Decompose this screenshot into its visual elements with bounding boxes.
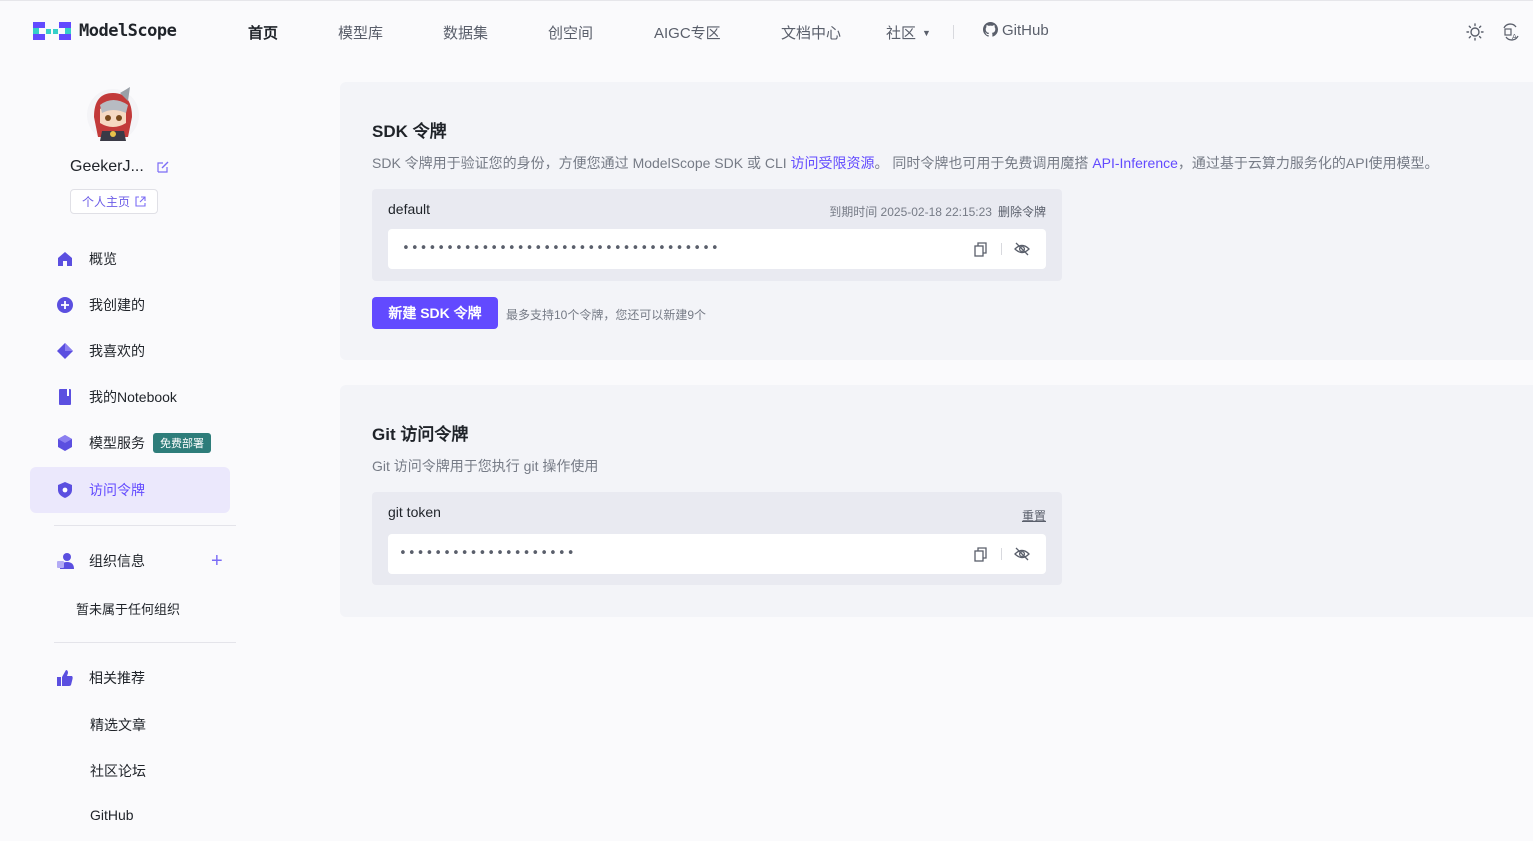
- token-expire-time: 到期时间 2025-02-18 22:15:23: [829, 205, 992, 219]
- nav-home[interactable]: 首页: [248, 22, 278, 43]
- sidebar-item-model-service[interactable]: 模型服务 免费部署: [30, 420, 230, 466]
- edit-icon[interactable]: [157, 160, 170, 173]
- sidebar-item-label: 概览: [89, 251, 117, 267]
- git-token-description: Git 访问令牌用于您执行 git 操作使用: [372, 458, 599, 474]
- sidebar-item-overview[interactable]: 概览: [30, 236, 230, 282]
- sdk-token-card: SDK 令牌 SDK 令牌用于验证您的身份，方便您通过 ModelScope S…: [340, 82, 1533, 360]
- org-empty-text: 暂未属于任何组织: [76, 602, 181, 617]
- sidebar-item-access-token[interactable]: 访问令牌: [30, 467, 230, 513]
- nav-github[interactable]: GitHub: [983, 22, 1049, 39]
- sidebar-item-created[interactable]: 我创建的: [30, 282, 230, 328]
- nav-community-label: 社区: [886, 25, 917, 42]
- token-limit-hint: 最多支持10个令牌，您还可以新建9个: [506, 308, 707, 322]
- nav-community[interactable]: 社区 ▼: [886, 22, 931, 43]
- link-community-forum[interactable]: 社区论坛: [90, 761, 146, 781]
- homepage-label: 个人主页: [81, 195, 130, 209]
- cube-icon: [58, 435, 72, 451]
- organization-icon: [57, 553, 74, 569]
- sdk-desc-text: 。 同时令牌也可用于免费调用魔搭: [874, 155, 1093, 171]
- nav-studios[interactable]: 创空间: [548, 22, 593, 43]
- shield-icon: [58, 482, 72, 498]
- nav-datasets[interactable]: 数据集: [443, 22, 488, 43]
- sidebar-item-liked[interactable]: 我喜欢的: [30, 328, 230, 374]
- token-name: git token: [388, 504, 441, 520]
- git-token-item: git token 重置 ••••••••••••••••••••: [372, 492, 1062, 585]
- thumbs-up-icon: [57, 670, 73, 686]
- language-icon[interactable]: A: [1502, 23, 1520, 41]
- delete-token-button[interactable]: 删除令牌: [998, 205, 1046, 219]
- sidebar-org-info: 组织信息: [30, 538, 230, 584]
- token-meta: 到期时间 2025-02-18 22:15:23 删除令牌: [829, 203, 1046, 220]
- nav-github-label: GitHub: [1002, 22, 1049, 39]
- nav-models[interactable]: 模型库: [338, 22, 383, 43]
- nav-divider: [953, 25, 954, 39]
- git-token-title: Git 访问令牌: [372, 425, 469, 444]
- field-divider: [1001, 548, 1002, 560]
- sidebar-recommend: 相关推荐: [30, 655, 230, 701]
- github-icon: [983, 22, 999, 37]
- avatar[interactable]: [86, 87, 140, 143]
- sidebar-divider: [54, 642, 236, 643]
- logo-text: ModelScope: [79, 21, 177, 41]
- field-divider: [1001, 243, 1002, 255]
- logo-icon: [33, 22, 71, 40]
- reset-token-button[interactable]: 重置: [1022, 507, 1046, 524]
- token-name: default: [388, 201, 431, 217]
- token-value: ••••••••••••••••••••: [399, 546, 576, 561]
- api-inference-link[interactable]: API-Inference: [1092, 155, 1178, 171]
- plus-circle-icon: [57, 297, 73, 313]
- sidebar-item-label: 我喜欢的: [89, 343, 145, 359]
- git-token-card: Git 访问令牌 Git 访问令牌用于您执行 git 操作使用 git toke…: [340, 385, 1533, 617]
- copy-icon[interactable]: [973, 241, 989, 257]
- recommend-title: 相关推荐: [89, 670, 145, 686]
- sidebar-item-label: 访问令牌: [89, 482, 145, 498]
- sdk-desc-text: SDK 令牌用于验证您的身份，方便您通过 ModelScope SDK 或 CL…: [372, 155, 791, 171]
- sdk-token-item: default 到期时间 2025-02-18 22:15:23 删除令牌 •••…: [372, 189, 1062, 281]
- eye-off-icon[interactable]: [1014, 546, 1030, 562]
- org-title: 组织信息: [89, 553, 145, 569]
- restricted-resources-link[interactable]: 访问受限资源: [791, 155, 875, 171]
- sun-theme-icon[interactable]: [1466, 23, 1484, 41]
- sdk-token-description: SDK 令牌用于验证您的身份，方便您通过 ModelScope SDK 或 CL…: [372, 153, 1439, 173]
- nav-aigc[interactable]: AIGC专区: [654, 22, 721, 43]
- top-navigation: ModelScope 首页 模型库 数据集 创空间 AIGC专区 文档中心 社区…: [0, 1, 1533, 63]
- sidebar-item-label: 模型服务: [89, 435, 145, 451]
- username: GeekerJ...: [70, 158, 144, 175]
- sidebar-item-label: 我的Notebook: [89, 389, 177, 405]
- modelscope-logo[interactable]: ModelScope: [33, 20, 177, 42]
- eye-off-icon[interactable]: [1014, 241, 1030, 257]
- external-link-icon: [135, 196, 146, 207]
- diamond-icon: [57, 343, 73, 359]
- svg-text:A: A: [1512, 33, 1517, 41]
- notebook-icon: [59, 389, 71, 405]
- new-sdk-token-button[interactable]: 新建 SDK 令牌: [372, 297, 498, 329]
- sidebar-item-notebook[interactable]: 我的Notebook: [30, 374, 230, 420]
- link-featured-articles[interactable]: 精选文章: [90, 715, 146, 735]
- sidebar-item-label: 我创建的: [89, 297, 145, 313]
- home-icon: [58, 252, 72, 266]
- sdk-desc-text: ，通过基于云算力服务化的API使用模型。: [1177, 155, 1439, 171]
- git-token-field[interactable]: ••••••••••••••••••••: [388, 534, 1046, 574]
- sidebar-divider: [54, 525, 236, 526]
- nav-docs[interactable]: 文档中心: [781, 22, 841, 43]
- add-organization-button[interactable]: +: [211, 551, 223, 571]
- token-value: ••••••••••••••••••••••••••••••••••••: [402, 241, 720, 256]
- caret-down-icon: ▼: [922, 28, 931, 38]
- copy-icon[interactable]: [973, 546, 989, 562]
- sdk-token-title: SDK 令牌: [372, 122, 447, 141]
- homepage-button[interactable]: 个人主页: [70, 189, 158, 214]
- link-github[interactable]: GitHub: [90, 807, 134, 823]
- sdk-token-field[interactable]: ••••••••••••••••••••••••••••••••••••: [388, 229, 1046, 269]
- free-deploy-badge: 免费部署: [153, 433, 211, 453]
